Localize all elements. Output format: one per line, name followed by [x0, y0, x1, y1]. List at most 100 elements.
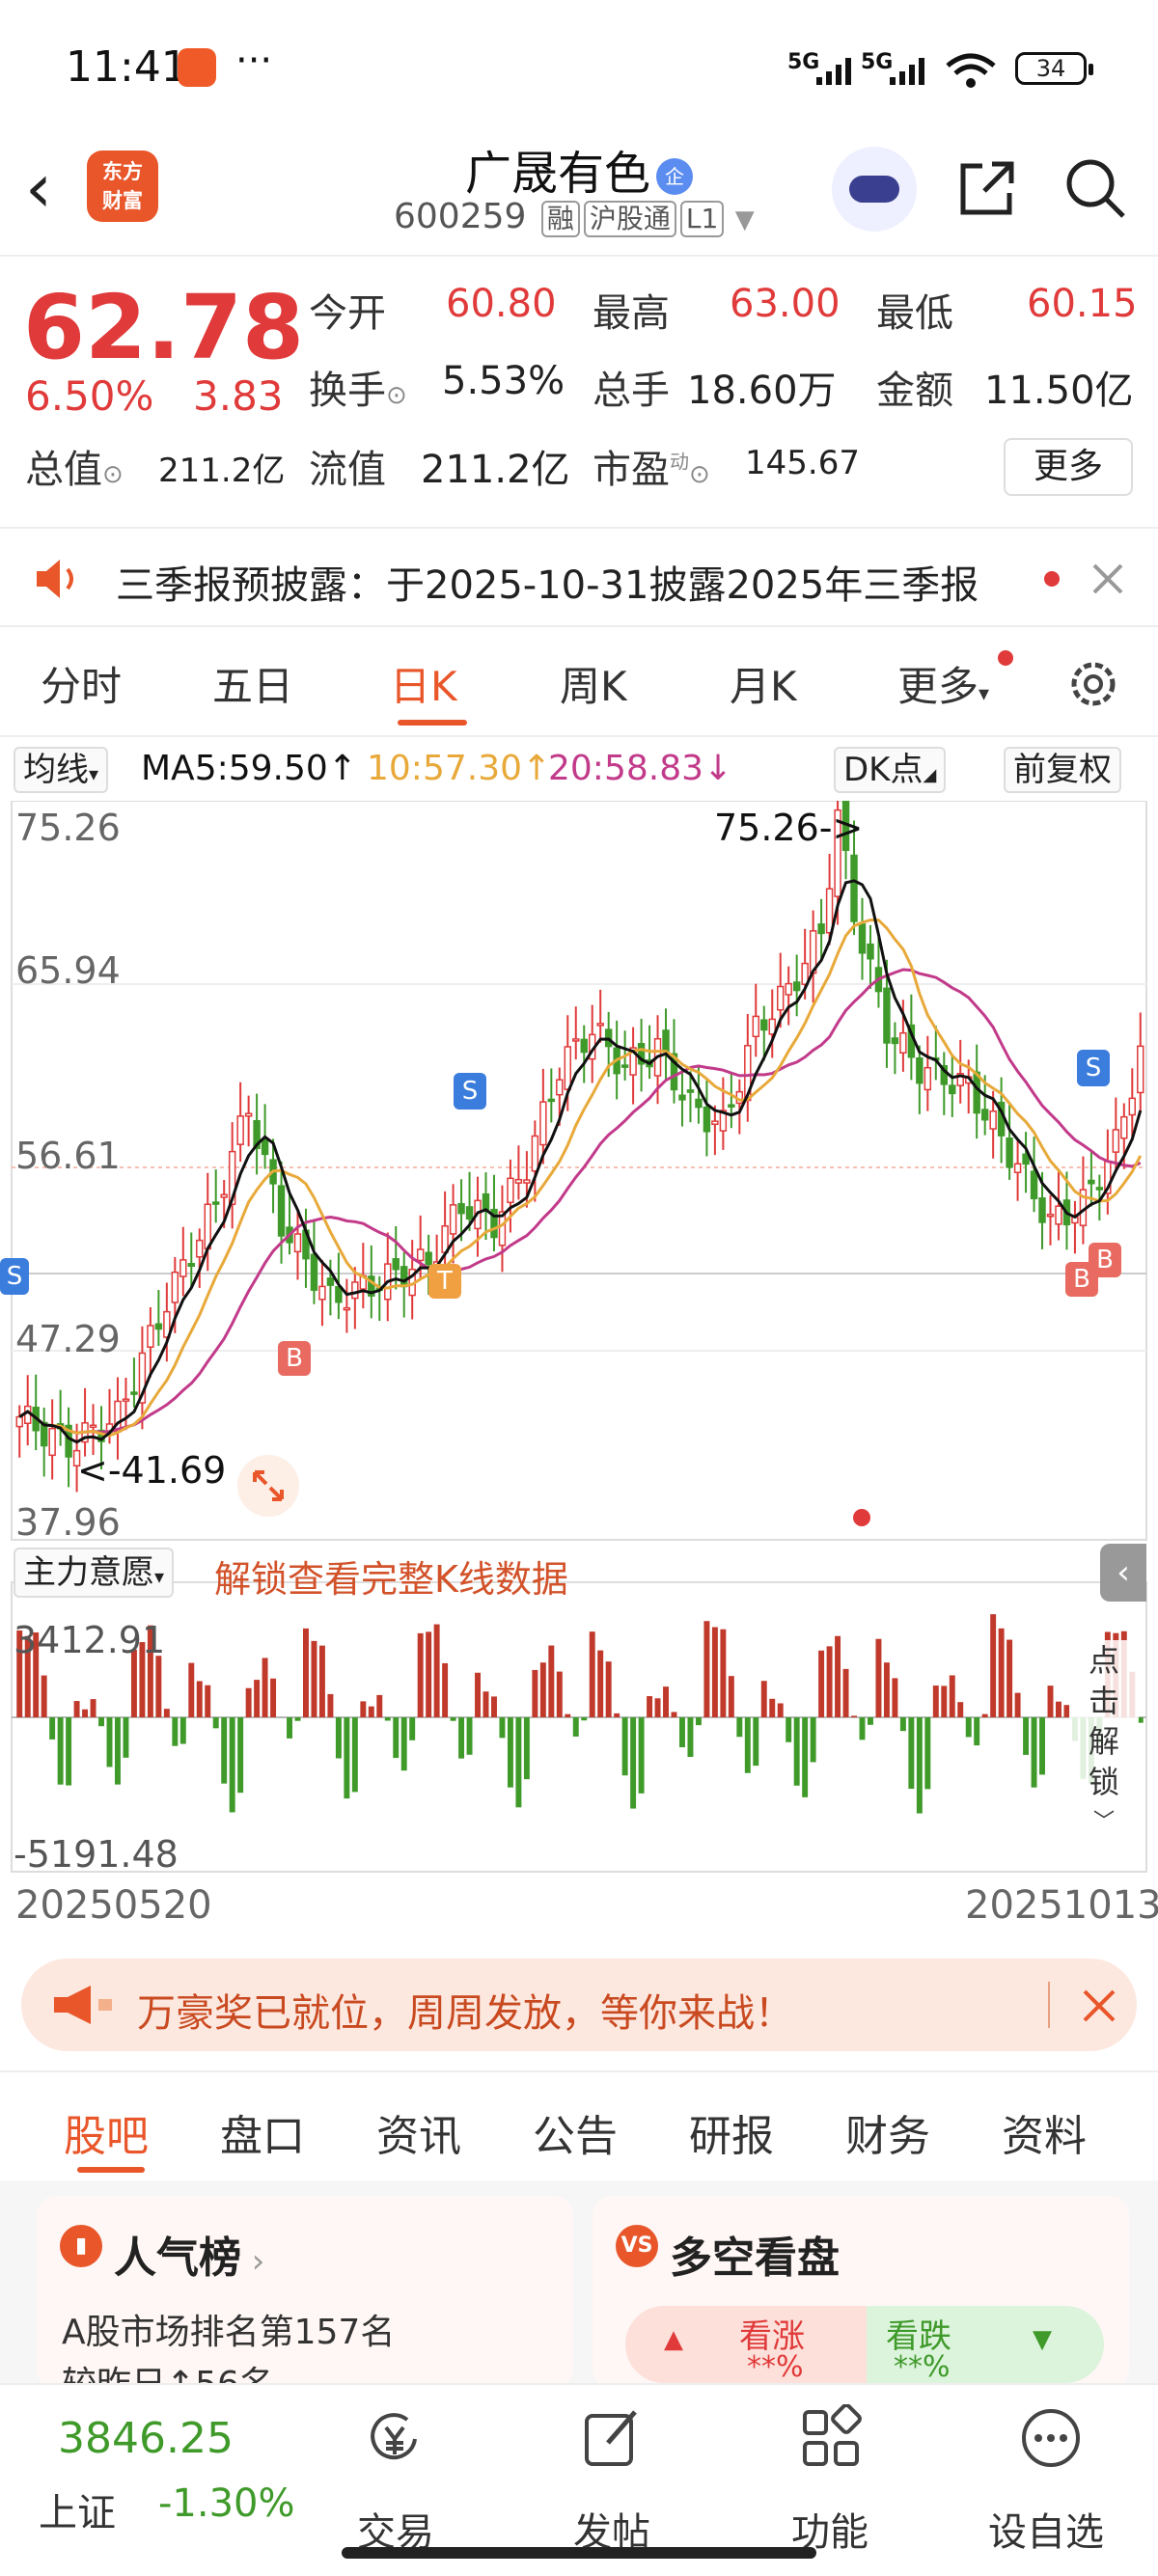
candle — [867, 943, 874, 960]
more-circle-icon[interactable] — [1017, 2404, 1085, 2472]
tab-intraday[interactable]: 分时 — [41, 654, 122, 713]
tab-pankou[interactable]: 盘口 — [220, 2101, 305, 2163]
bar-chart-icon: ▮ — [60, 2225, 102, 2267]
indicator-bar — [786, 1717, 792, 1742]
candle — [760, 1019, 768, 1031]
up-arrow-icon: ▲ — [664, 2325, 683, 2354]
yen-trade-icon[interactable] — [361, 2404, 428, 2472]
indicator-bar — [720, 1629, 727, 1717]
high-value: 63.00 — [730, 282, 841, 326]
indicator-bar — [548, 1645, 555, 1717]
candle — [523, 1179, 531, 1184]
indicator-bar — [711, 1627, 718, 1717]
candle — [507, 1177, 514, 1204]
tab-five-day[interactable]: 五日 — [212, 654, 293, 713]
index-change[interactable]: -1.30% — [158, 2481, 295, 2526]
info-icon[interactable]: ⊙ — [386, 381, 407, 410]
close-icon[interactable] — [1090, 562, 1125, 596]
close-icon[interactable] — [1081, 1987, 1117, 2024]
turnover-label-text: 换手 — [309, 369, 386, 413]
search-icon[interactable] — [1062, 154, 1129, 222]
tab-profile[interactable]: 资料 — [1002, 2101, 1087, 2163]
indicator-bar — [1047, 1685, 1054, 1717]
ma-selector[interactable]: 均线▾ — [14, 747, 109, 793]
indicator-bar — [400, 1717, 407, 1771]
sell-marker[interactable]: S — [454, 1073, 486, 1110]
tab-more[interactable]: 更多▾ — [897, 654, 989, 713]
notice-bar[interactable]: 三季报预披露：于2025-10-31披露2025年三季报 — [0, 527, 1158, 627]
chevron-down-icon[interactable]: ▼ — [735, 206, 755, 234]
grid-functions-icon[interactable] — [797, 2404, 865, 2472]
info-icon[interactable]: ⊙ — [689, 460, 710, 489]
indicator-bar — [981, 1713, 988, 1717]
tab-daily-k[interactable]: 日K — [390, 654, 457, 713]
tab-weekly-k[interactable]: 周K — [560, 654, 627, 713]
indicator-selector[interactable]: 主力意愿▾ — [14, 1548, 175, 1598]
fullscreen-button[interactable] — [237, 1455, 299, 1517]
info-icon[interactable]: ⊙ — [102, 460, 124, 489]
vs-title: 多空看盘 — [670, 2233, 840, 2283]
bear-button[interactable]: 看跌 **% ▼ — [867, 2306, 1104, 2383]
tab-guba[interactable]: 股吧 — [64, 2101, 149, 2163]
candle — [924, 1066, 932, 1091]
adjust-selector[interactable]: 前复权 — [1004, 747, 1121, 793]
candle — [416, 1248, 425, 1262]
candle — [343, 1306, 351, 1311]
candle — [147, 1325, 154, 1348]
more-quote-button[interactable]: 更多 — [1004, 438, 1133, 496]
indicator-bar — [679, 1717, 685, 1748]
compose-icon[interactable] — [579, 2404, 647, 2472]
indicator-bar — [1031, 1717, 1037, 1788]
unlock-link[interactable]: 解锁查看完整K线数据 — [214, 1549, 568, 1603]
tab-finance[interactable]: 财务 — [845, 2101, 930, 2163]
side-unlock-char: 解 — [1088, 1723, 1119, 1760]
indicator-bar — [90, 1699, 96, 1717]
dk-point-toggle[interactable]: DK点◢ — [834, 747, 947, 793]
indicator-bar — [163, 1709, 170, 1717]
bull-button[interactable]: ▲ 看涨 **% — [625, 2306, 867, 2383]
app-notification-icon — [178, 48, 216, 87]
share-icon[interactable] — [953, 154, 1021, 222]
popularity-card[interactable]: ▮ 人气榜 › A股市场排名第157名 较昨日↑56名 — [37, 2196, 573, 2389]
kline-chart[interactable] — [0, 801, 1158, 1881]
buy-marker[interactable]: B — [278, 1341, 311, 1376]
candle — [850, 854, 858, 922]
t-marker[interactable]: T — [428, 1264, 461, 1299]
bear-percent: **% — [894, 2350, 951, 2379]
indicator-bar — [990, 1614, 997, 1717]
index-value[interactable]: 3846.25 — [58, 2414, 234, 2463]
candle — [212, 1201, 220, 1205]
sell-marker[interactable]: S — [0, 1258, 29, 1295]
indicator-bar — [254, 1680, 261, 1717]
tag-connect: 沪股通 — [583, 201, 676, 237]
candle — [1137, 1045, 1144, 1094]
tab-announcements[interactable]: 公告 — [533, 2101, 618, 2163]
ma20-line — [18, 968, 1142, 1435]
indicator-bar — [66, 1717, 72, 1786]
index-name[interactable]: 上证 — [39, 2481, 116, 2537]
buy-marker[interactable]: B — [1089, 1243, 1121, 1277]
gear-icon[interactable] — [1065, 656, 1121, 712]
tab-research[interactable]: 研报 — [689, 2101, 774, 2163]
event-dot[interactable] — [853, 1509, 870, 1526]
candle — [531, 1135, 539, 1172]
assistant-robot-icon[interactable] — [832, 147, 917, 232]
indicator-bar — [1006, 1639, 1013, 1717]
tab-monthly-k[interactable]: 月K — [730, 654, 797, 713]
candle — [351, 1281, 359, 1300]
volume-label: 总手 — [593, 369, 670, 413]
promo-banner[interactable]: 万豪奖已就位，周周发放，等你来战！ — [21, 1959, 1137, 2051]
side-unlock-button[interactable]: 点 击 解 锁 ﹀ — [1069, 1640, 1139, 1852]
vs-card[interactable]: VS 多空看盘 ▲ 看涨 **% 看跌 **% ▼ — [593, 2196, 1129, 2389]
collapse-panel-icon[interactable]: ‹ — [1100, 1544, 1146, 1602]
tab-news[interactable]: 资讯 — [376, 2101, 461, 2163]
nav-add-watchlist[interactable]: 设自选 — [988, 2501, 1104, 2557]
indicator-bar — [949, 1675, 955, 1717]
candle — [326, 1277, 335, 1286]
last-price: 62.78 — [23, 276, 305, 379]
indicator-bar — [916, 1717, 923, 1814]
sell-marker[interactable]: S — [1077, 1050, 1110, 1086]
candle — [792, 981, 801, 992]
indicator-bars — [16, 1614, 1144, 1814]
bull-percent: **% — [747, 2350, 804, 2379]
